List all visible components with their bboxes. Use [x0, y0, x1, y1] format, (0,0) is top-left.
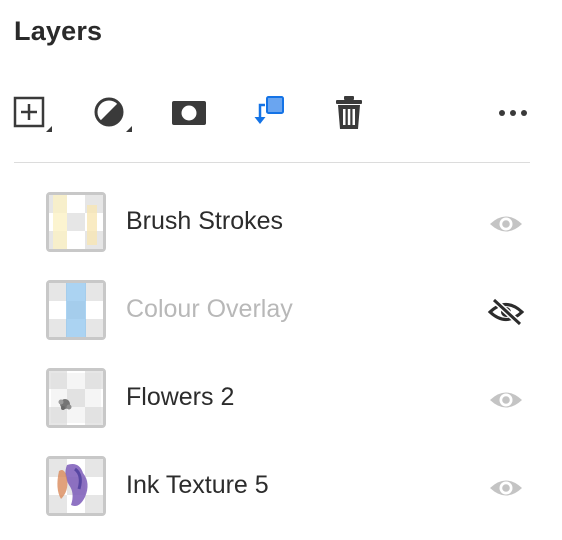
- layer-row[interactable]: Brush Strokes: [0, 192, 562, 268]
- layer-row[interactable]: Colour Overlay: [0, 280, 562, 356]
- layer-thumbnail: [46, 280, 106, 340]
- layer-name: Ink Texture 5: [126, 471, 269, 499]
- add-layer-icon: [13, 96, 52, 132]
- eye-hidden-icon[interactable]: [487, 298, 525, 326]
- eye-icon[interactable]: [487, 474, 525, 502]
- more-options-button[interactable]: [490, 90, 536, 136]
- layer-thumbnail: [46, 368, 106, 428]
- eye-icon[interactable]: [487, 386, 525, 414]
- clipping-mask-button[interactable]: [246, 90, 292, 136]
- layers-toolbar: [0, 90, 562, 138]
- layer-name: Flowers 2: [126, 383, 235, 411]
- layer-row[interactable]: Flowers 2: [0, 368, 562, 444]
- layer-name: Colour Overlay: [126, 295, 293, 323]
- more-options-icon: [499, 110, 527, 116]
- layer-name: Brush Strokes: [126, 207, 284, 235]
- eye-icon[interactable]: [487, 210, 525, 238]
- adjustment-icon: [94, 97, 132, 132]
- mask-icon: [172, 101, 206, 125]
- panel-title: Layers: [14, 16, 103, 46]
- layer-thumbnail: [46, 456, 106, 516]
- delete-layer-button[interactable]: [326, 90, 372, 136]
- clipping-mask-icon: [254, 96, 284, 124]
- adjustment-layer-button[interactable]: [92, 90, 138, 136]
- add-layer-button[interactable]: [12, 90, 58, 136]
- add-mask-button[interactable]: [166, 90, 212, 136]
- layer-row[interactable]: Ink Texture 5: [0, 456, 562, 532]
- trash-icon: [336, 96, 362, 129]
- toolbar-divider: [14, 162, 530, 163]
- layer-thumbnail: [46, 192, 106, 252]
